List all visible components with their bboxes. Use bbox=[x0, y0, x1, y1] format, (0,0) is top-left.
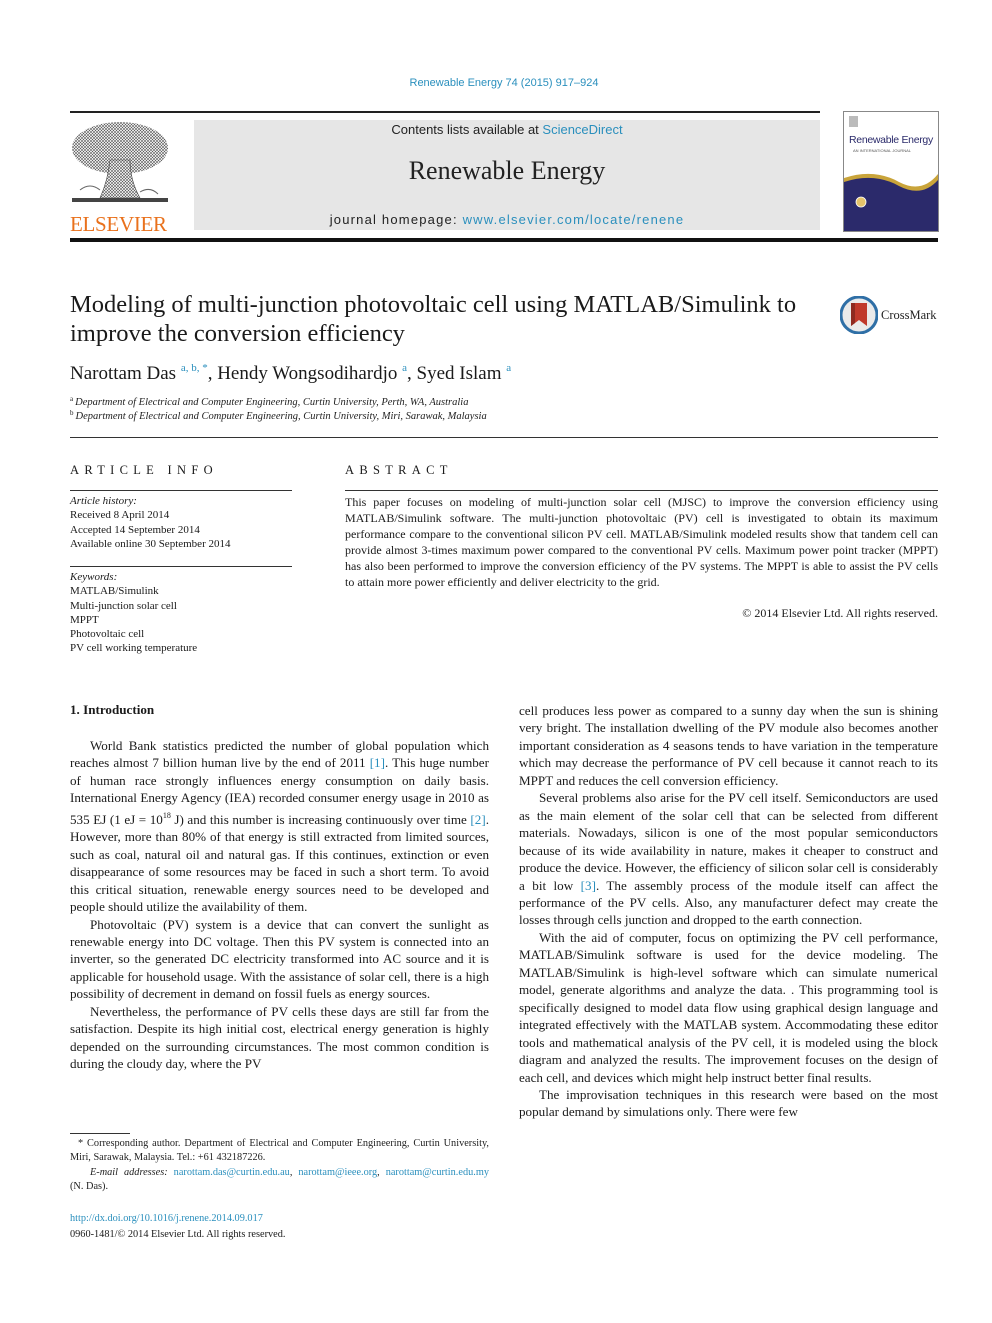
paragraph: cell produces less power as compared to … bbox=[519, 703, 938, 788]
footnote-rule bbox=[70, 1133, 130, 1134]
email-link[interactable]: narottam@ieee.org bbox=[298, 1167, 377, 1178]
article-title: Modeling of multi-junction photovoltaic … bbox=[70, 291, 797, 347]
corresponding-author-note: * Corresponding author. Department of El… bbox=[70, 1138, 489, 1164]
journal-masthead: Contents lists available at ScienceDirec… bbox=[194, 120, 820, 230]
journal-homepage-link[interactable]: www.elsevier.com/locate/renene bbox=[463, 212, 685, 227]
crossmark-icon bbox=[840, 296, 878, 334]
author-affiliation-marks[interactable]: a, b, * bbox=[181, 362, 208, 374]
header-thick-rule bbox=[70, 238, 938, 242]
affiliation: b Department of Electrical and Computer E… bbox=[70, 409, 487, 422]
journal-homepage: journal homepage: www.elsevier.com/locat… bbox=[329, 212, 685, 227]
keyword: Multi-junction solar cell bbox=[70, 599, 177, 612]
keyword: PV cell working temperature bbox=[70, 642, 198, 655]
paragraph: Several problems also arise for the PV c… bbox=[519, 790, 938, 928]
keyword: MATLAB/Simulink bbox=[70, 585, 159, 598]
abstract-text: This paper focuses on modeling of multi-… bbox=[345, 495, 938, 589]
crossmark-label: CrossMark bbox=[881, 308, 937, 322]
keyword: MPPT bbox=[70, 613, 99, 626]
paragraph: World Bank statistics predicted the numb… bbox=[70, 738, 489, 915]
abstract-copyright: © 2014 Elsevier Ltd. All rights reserved… bbox=[742, 606, 938, 620]
author-name[interactable]: Hendy Wongsodihardjo bbox=[217, 363, 397, 384]
article-info-heading: ARTICLE INFO bbox=[70, 463, 218, 477]
keywords: Keywords: MATLAB/Simulink Multi-junction… bbox=[70, 570, 197, 656]
header-rule bbox=[70, 111, 820, 113]
affiliation: a Department of Electrical and Computer E… bbox=[70, 395, 469, 408]
paragraph: Nevertheless, the performance of PV cell… bbox=[70, 1003, 489, 1072]
citation-ref-2[interactable]: [2] bbox=[470, 812, 485, 827]
paragraph: The improvisation techniques in this res… bbox=[519, 1086, 938, 1120]
doi-link[interactable]: http://dx.doi.org/10.1016/j.renene.2014.… bbox=[70, 1213, 263, 1224]
body-column-left: World Bank statistics predicted the numb… bbox=[70, 737, 489, 1073]
author-affiliation-marks[interactable]: a bbox=[506, 362, 511, 374]
sciencedirect-link[interactable]: ScienceDirect bbox=[542, 122, 622, 137]
email-footnote: E-mail addresses: narottam.das@curtin.ed… bbox=[70, 1167, 489, 1193]
email-link[interactable]: narottam@curtin.edu.my bbox=[386, 1167, 489, 1178]
cover-wave-graphic bbox=[844, 173, 938, 231]
elsevier-logo[interactable]: ELSEVIER bbox=[70, 120, 170, 236]
citation-ref-1[interactable]: [1] bbox=[370, 755, 385, 770]
author-name[interactable]: Narottam Das bbox=[70, 363, 176, 384]
keywords-label: Keywords: bbox=[70, 571, 118, 583]
journal-cover-image[interactable]: Renewable Energy AN INTERNATIONAL JOURNA… bbox=[843, 111, 939, 232]
citation-ref-3[interactable]: [3] bbox=[581, 878, 596, 893]
history-received: Received 8 April 2014 bbox=[70, 509, 170, 522]
paragraph: Photovoltaic (PV) system is a device tha… bbox=[70, 916, 489, 1002]
paragraph: With the aid of computer, focus on optim… bbox=[519, 929, 938, 1085]
section-heading-introduction: 1. Introduction bbox=[70, 702, 155, 717]
author-name[interactable]: Syed Islam bbox=[417, 363, 502, 384]
keyword: Photovoltaic cell bbox=[70, 628, 145, 641]
abstract-rule bbox=[345, 490, 938, 491]
contents-line: Contents lists available at ScienceDirec… bbox=[391, 122, 623, 137]
article-info-rule bbox=[70, 490, 292, 491]
article-history: Article history: Received 8 April 2014 A… bbox=[70, 494, 230, 551]
body-column-right: cell produces less power as compared to … bbox=[519, 702, 938, 1121]
history-accepted: Accepted 14 September 2014 bbox=[70, 523, 200, 536]
journal-citation-link[interactable]: Renewable Energy 74 (2015) 917–924 bbox=[0, 77, 992, 89]
elsevier-tree-icon bbox=[72, 122, 168, 202]
crossmark-badge[interactable]: CrossMark bbox=[840, 296, 940, 336]
author-list: Narottam Das a, b, *, Hendy Wongsodihard… bbox=[70, 362, 512, 384]
journal-name: Renewable Energy bbox=[408, 156, 606, 185]
email-link[interactable]: narottam.das@curtin.edu.au bbox=[174, 1167, 290, 1178]
article-info-rule bbox=[70, 566, 292, 567]
article-history-label: Article history: bbox=[70, 495, 137, 507]
doi-block: http://dx.doi.org/10.1016/j.renene.2014.… bbox=[70, 1211, 285, 1242]
section-divider bbox=[70, 437, 938, 438]
history-online: Available online 30 September 2014 bbox=[70, 537, 231, 550]
elsevier-wordmark: ELSEVIER bbox=[70, 212, 167, 236]
issn-copyright: 0960-1481/© 2014 Elsevier Ltd. All right… bbox=[70, 1228, 286, 1240]
abstract-heading: ABSTRACT bbox=[345, 463, 453, 477]
